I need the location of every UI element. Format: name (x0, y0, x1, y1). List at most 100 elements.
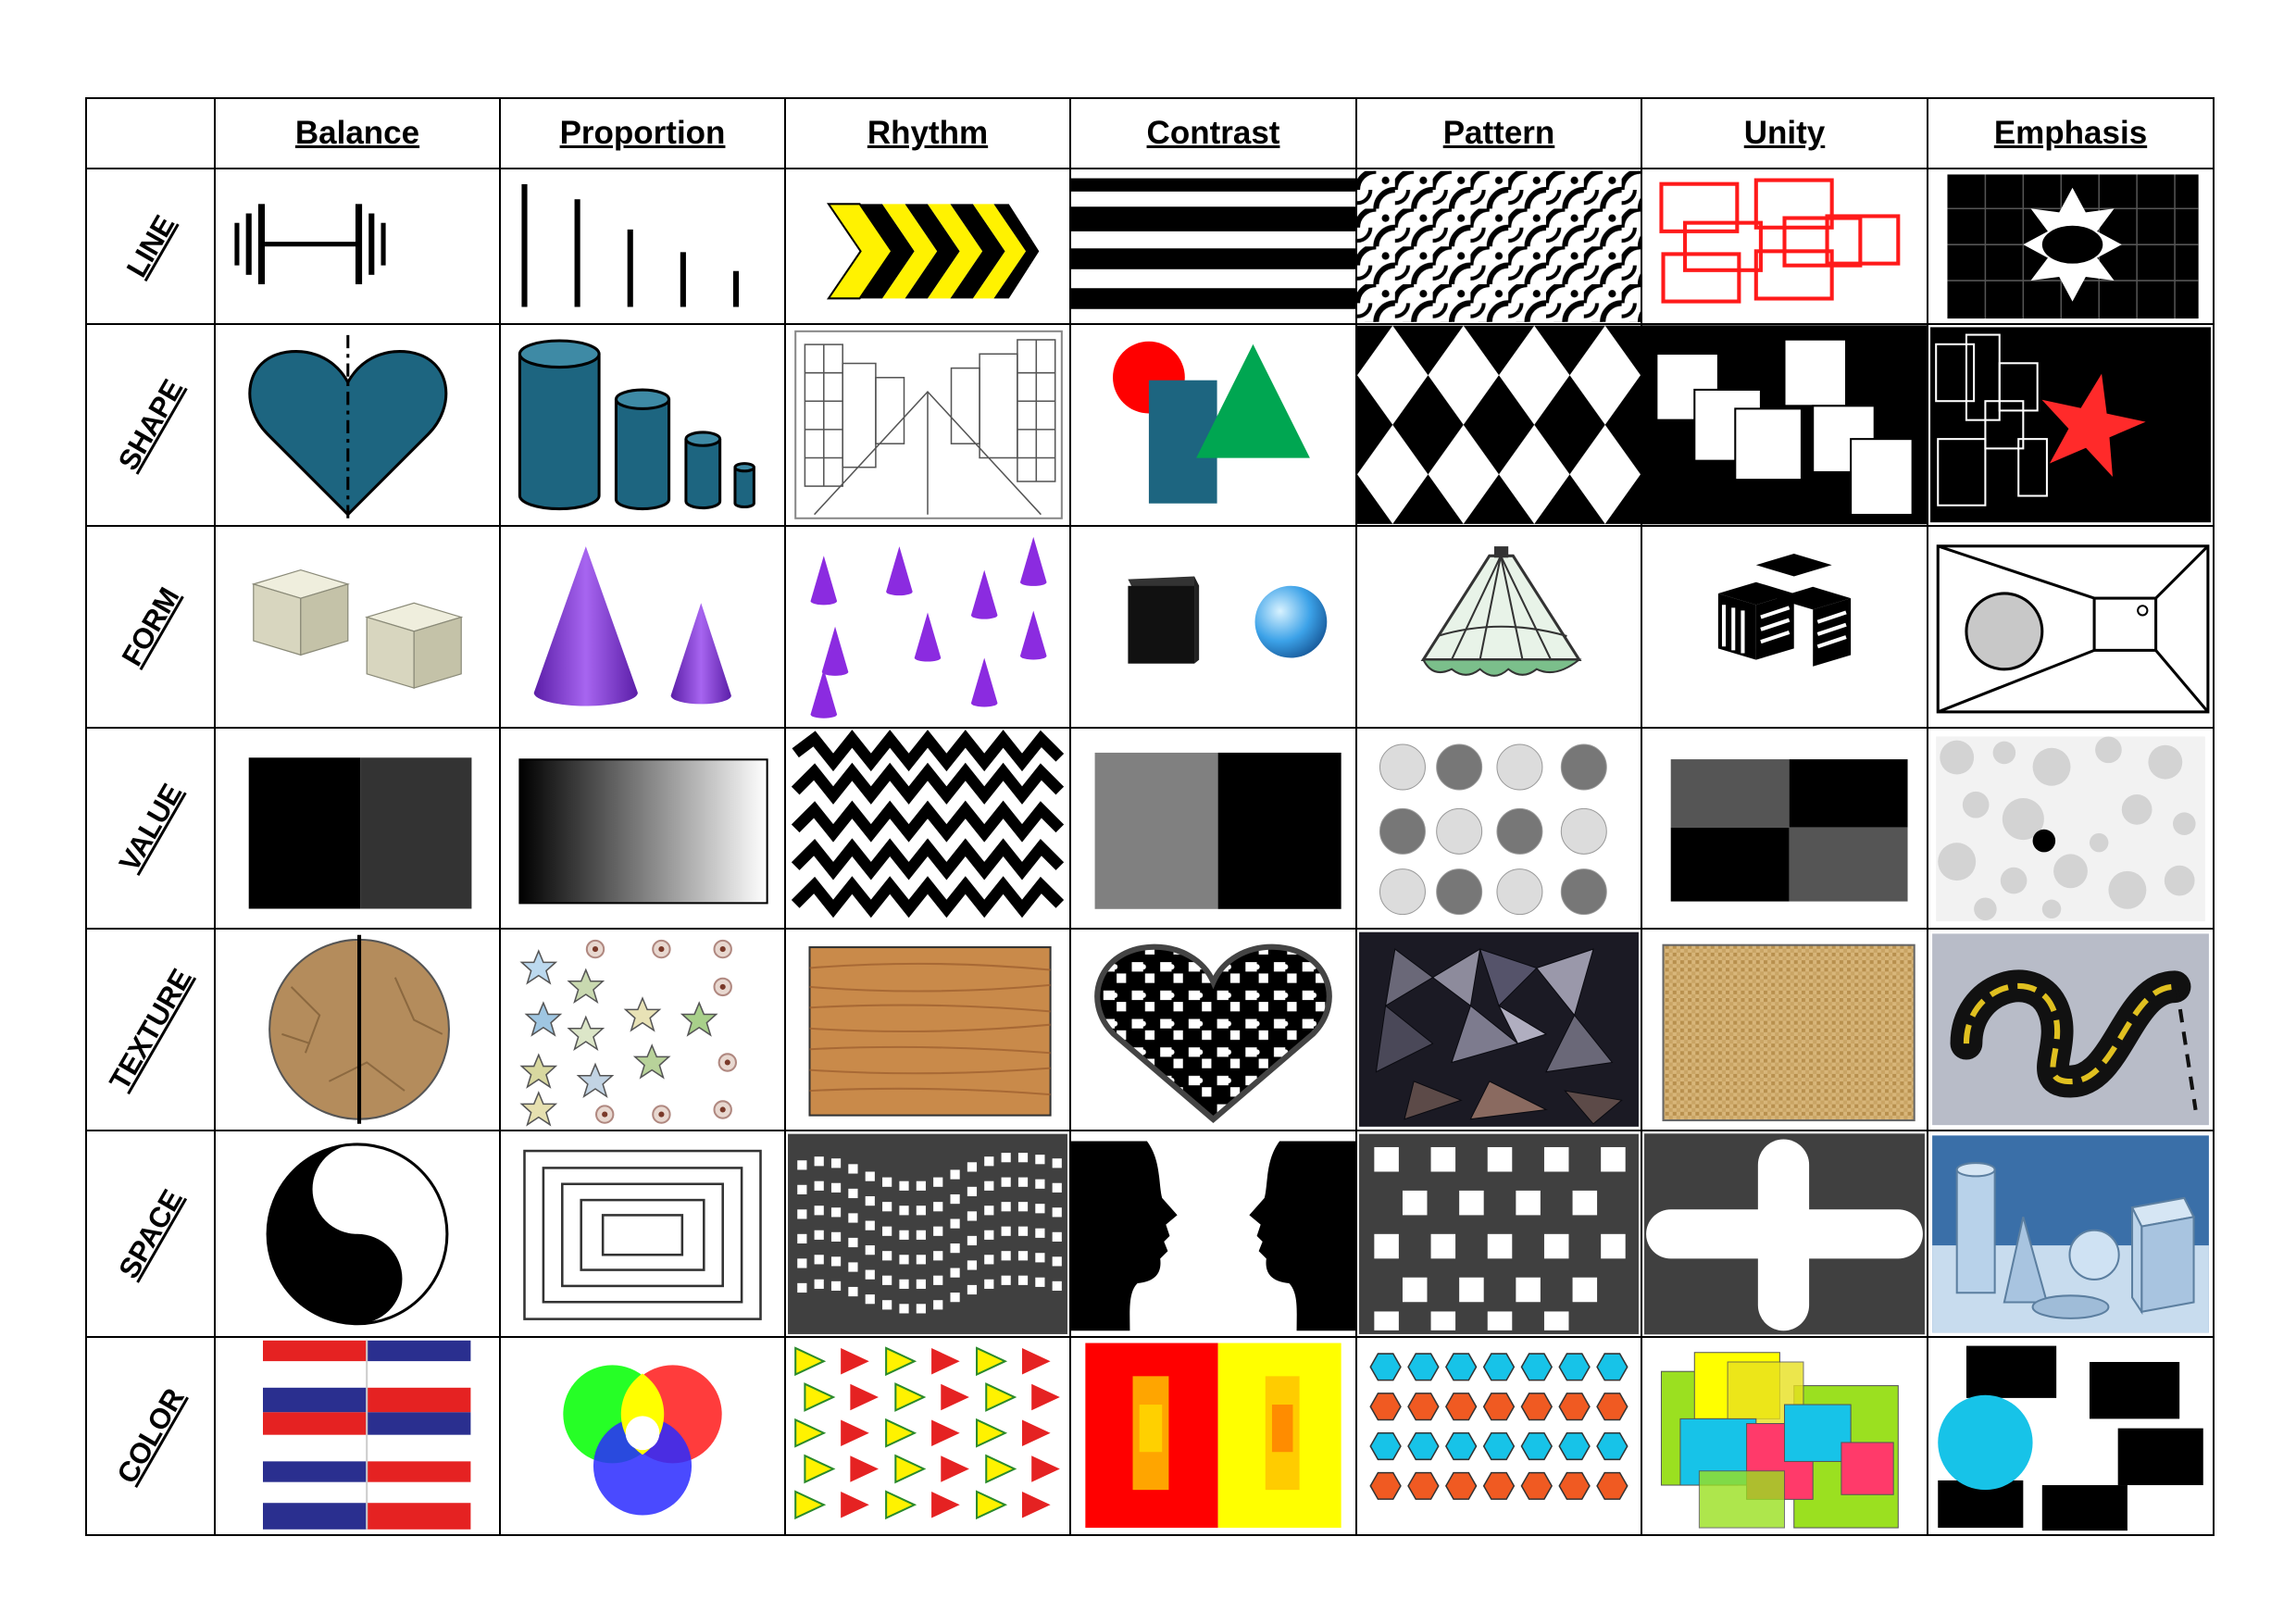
row-label-value: VALUE (85, 726, 216, 931)
curved-line-pattern-illustration (1357, 170, 1641, 322)
crumpled-paper-circle-illustration (268, 934, 450, 1124)
cell-line-contrast (1069, 167, 1357, 326)
row-label-shape: SHAPE (85, 323, 216, 528)
red-and-yellow-panels-illustration (1085, 1343, 1341, 1529)
cell-value-emphasis (1927, 726, 2215, 931)
cell-shape-unity (1641, 323, 1928, 528)
woven-burlap-illustration (1662, 943, 1915, 1122)
hexagon-pattern-illustration (1357, 1338, 1641, 1534)
art-elements-principles-grid: Balance Proportion Rhythm Contrast Patte… (85, 97, 2215, 1536)
cell-line-emphasis (1927, 167, 2215, 326)
cell-texture-pattern (1355, 928, 1642, 1131)
cell-color-contrast (1069, 1336, 1357, 1536)
cell-space-contrast (1069, 1129, 1357, 1339)
cell-space-rhythm (784, 1129, 1071, 1339)
overlapping-red-rectangles-illustration (1659, 178, 1901, 304)
yin-yang-illustration (266, 1143, 449, 1325)
gray-and-black-panels-illustration (1094, 752, 1341, 909)
geometric-facets-illustration (1359, 931, 1639, 1128)
cell-line-balance (214, 167, 501, 326)
cell-shape-proportion (499, 323, 786, 528)
nested-rectangles-illustration (523, 1149, 762, 1320)
grid-with-sun-illustration (1947, 174, 2199, 319)
descending-lines-illustration (521, 183, 740, 307)
cell-color-rhythm (784, 1336, 1071, 1536)
cell-line-rhythm (784, 167, 1071, 326)
balanced-cubes-illustration (251, 568, 464, 689)
row-label-line: LINE (85, 167, 216, 326)
chevron-rhythm-illustration (826, 203, 1040, 300)
cell-color-emphasis (1927, 1336, 2215, 1536)
gray-dots-pattern-illustration (1379, 743, 1607, 915)
repeating-cones-illustration (810, 536, 1047, 718)
column-header-contrast: Contrast (1069, 97, 1357, 169)
cell-shape-emphasis (1927, 323, 2215, 528)
cell-value-rhythm (784, 726, 1071, 931)
cell-space-emphasis (1927, 1129, 2215, 1339)
blue-circle-among-black-rectangles-illustration (1938, 1345, 2203, 1531)
horizontal-stripes-illustration (1071, 178, 1355, 309)
red-white-blue-blocks-illustration (263, 1341, 471, 1530)
row-label-form: FORM (85, 525, 216, 729)
stars-and-buttons-illustration (520, 940, 737, 1126)
cell-texture-proportion (499, 928, 786, 1131)
column-header-emphasis: Emphasis (1927, 97, 2215, 169)
cell-form-balance (214, 525, 501, 729)
rgb-circles-illustration (563, 1365, 722, 1516)
overlapping-white-squares-illustration (1642, 325, 1927, 525)
perspective-room-with-circle-illustration (1936, 544, 2210, 714)
cell-line-pattern (1355, 167, 1642, 326)
row-label-color: COLOR (85, 1336, 216, 1536)
puzzle-heart-illustration (1094, 943, 1332, 1124)
cell-color-unity (1641, 1336, 1928, 1536)
row-space: SPACE (85, 1129, 2215, 1339)
cell-form-unity (1641, 525, 1928, 729)
cell-space-pattern (1355, 1129, 1642, 1339)
row-line: LINE (85, 167, 2215, 326)
cell-space-proportion (499, 1129, 786, 1339)
cones-illustration (533, 546, 731, 706)
row-value: VALUE (85, 726, 2215, 931)
header-row: Balance Proportion Rhythm Contrast Patte… (85, 97, 2215, 169)
cell-form-proportion (499, 525, 786, 729)
column-header-pattern: Pattern (1355, 97, 1642, 169)
cell-value-balance (214, 726, 501, 931)
balanced-lines-illustration (234, 204, 386, 285)
wavy-squares-illustration (788, 1133, 1067, 1334)
cube-and-sphere-illustration (1128, 576, 1328, 664)
cell-texture-rhythm (784, 928, 1071, 1131)
cell-form-contrast (1069, 525, 1357, 729)
black-and-gray-panels-illustration (248, 756, 472, 909)
diamond-pattern-illustration (1357, 326, 1641, 525)
cell-texture-balance (214, 928, 501, 1131)
row-color: COLOR (85, 1336, 2215, 1536)
cell-texture-contrast (1069, 928, 1357, 1131)
cell-form-emphasis (1927, 525, 2215, 729)
row-form: FORM (85, 525, 2215, 729)
row-texture: TEXTURE (85, 928, 2215, 1131)
cell-value-unity (1641, 726, 1928, 931)
cell-shape-rhythm (784, 323, 1071, 528)
cell-shape-contrast (1069, 323, 1357, 528)
cell-line-proportion (499, 167, 786, 326)
column-header-unity: Unity (1641, 97, 1928, 169)
checkered-value-squares-illustration (1670, 758, 1908, 902)
column-header-balance: Balance (214, 97, 501, 169)
value-gradient-illustration (518, 757, 768, 904)
face-silhouettes-illustration (1071, 1141, 1355, 1330)
white-cross-illustration (1644, 1133, 1925, 1335)
cell-color-pattern (1355, 1336, 1642, 1536)
cell-color-proportion (499, 1336, 786, 1536)
geometric-solids-scene-illustration (1932, 1135, 2209, 1332)
staggered-squares-illustration (1359, 1133, 1639, 1334)
contrasting-shapes-illustration (1113, 342, 1310, 505)
cell-shape-balance (214, 323, 501, 528)
wood-grain-illustration (808, 946, 1052, 1117)
stained-glass-lamp-illustration (1420, 546, 1582, 677)
cell-shape-pattern (1355, 323, 1642, 528)
cell-space-unity (1641, 1129, 1928, 1339)
cell-form-pattern (1355, 525, 1642, 729)
overlapping-color-squares-illustration (1660, 1352, 1899, 1529)
cylinders-illustration (518, 339, 755, 511)
cell-space-balance (214, 1129, 501, 1339)
